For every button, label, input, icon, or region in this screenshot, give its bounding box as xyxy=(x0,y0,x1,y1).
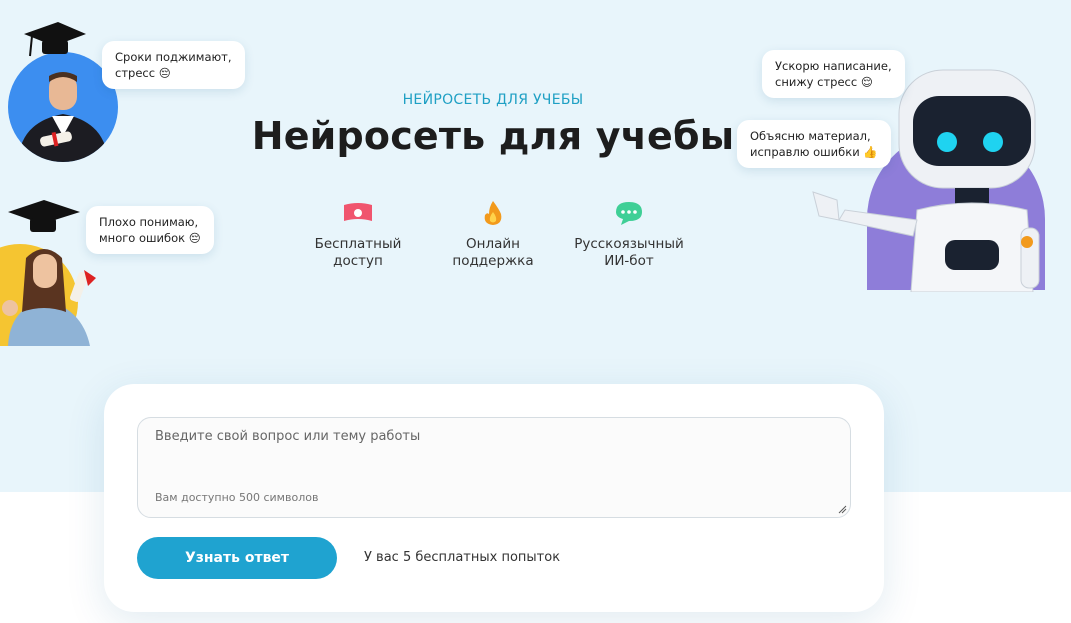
graduation-cap-icon xyxy=(8,200,80,232)
feature-free-access: Бесплатный доступ xyxy=(308,200,408,270)
fire-icon xyxy=(484,201,502,225)
free-attempts-text: У вас 5 бесплатных попыток xyxy=(364,550,561,565)
student2-speech-bubble: Плохо понимаю, много ошибок 😔 xyxy=(86,206,214,254)
textarea-placeholder: Введите свой вопрос или тему работы xyxy=(155,429,421,444)
feature-russian-bot: Русскоязычный ИИ-бот xyxy=(568,200,690,270)
character-counter: Вам доступно 500 символов xyxy=(155,491,319,504)
graduation-cap-icon xyxy=(24,22,86,57)
question-textarea[interactable]: Введите свой вопрос или тему работы Вам … xyxy=(137,417,851,518)
money-icon xyxy=(344,203,372,221)
feature-online-support: Онлайн поддержка xyxy=(448,200,538,270)
student1-speech-bubble: Сроки поджимают, стресс 😔 xyxy=(102,41,245,89)
question-form-card: Введите свой вопрос или тему работы Вам … xyxy=(104,384,884,612)
get-answer-button[interactable]: Узнать ответ xyxy=(137,537,337,579)
robot-speech-bubble-1: Ускорю написание, снижу стресс 😌 xyxy=(762,50,905,98)
chat-bubble-icon xyxy=(616,202,642,225)
robot-speech-bubble-2: Объясню материал, исправлю ошибки 👍 xyxy=(737,120,891,168)
resize-handle-icon[interactable] xyxy=(837,504,847,514)
